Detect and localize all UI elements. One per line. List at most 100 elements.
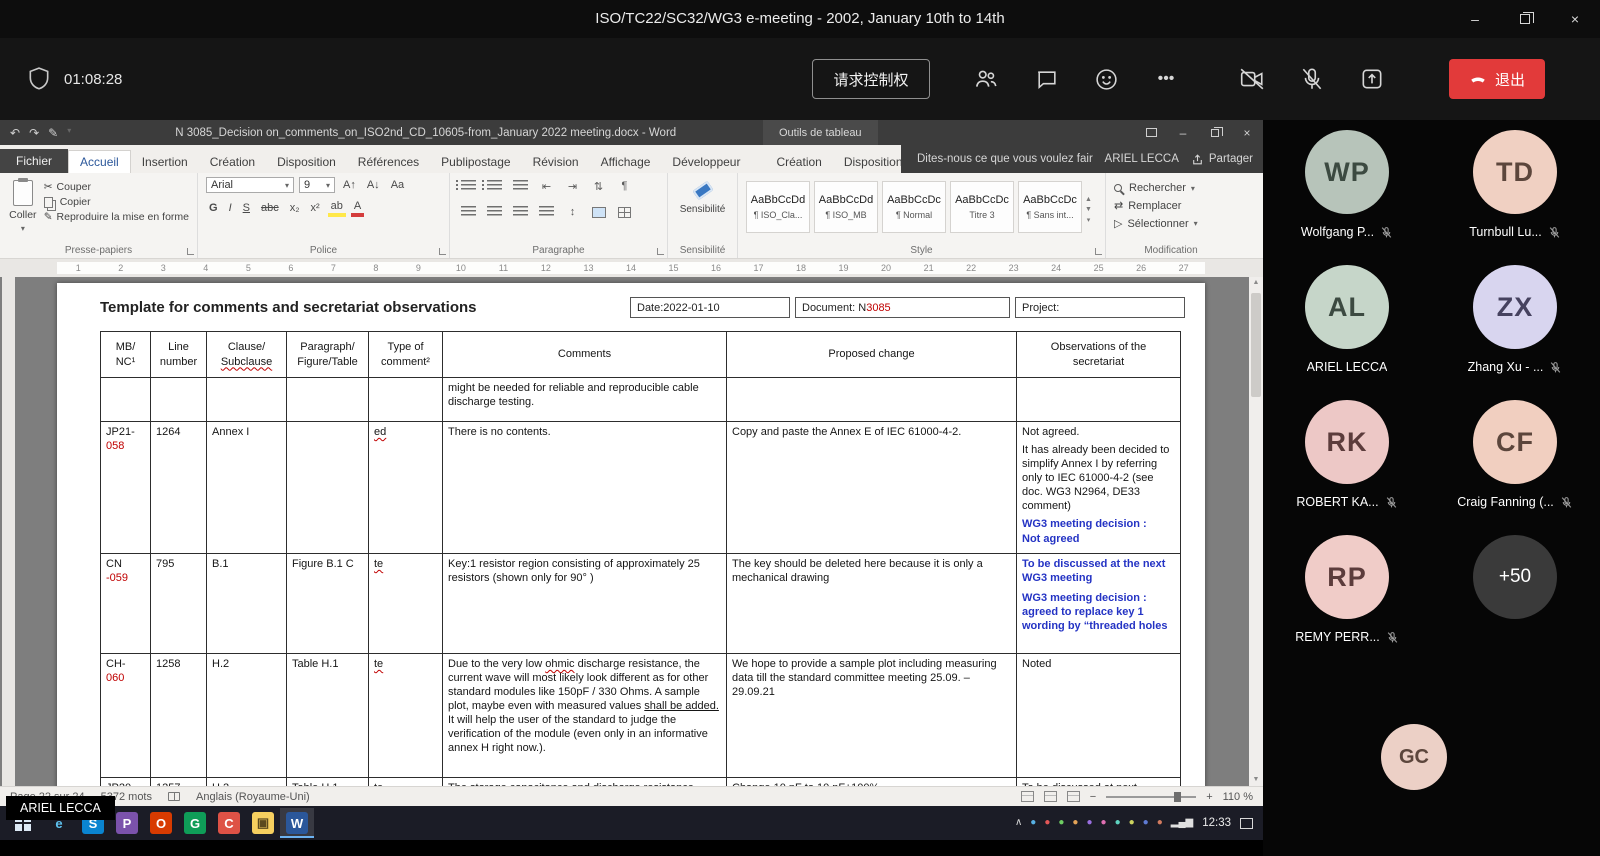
tray-icon[interactable]: ●: [1143, 818, 1149, 828]
word-minimize-button[interactable]: –: [1167, 120, 1199, 145]
minimize-button[interactable]: –: [1450, 0, 1500, 38]
taskbar-app[interactable]: ▣: [246, 808, 280, 838]
participant-tile[interactable]: CF Craig Fanning (...: [1431, 398, 1599, 533]
camera-off-button[interactable]: [1238, 65, 1266, 93]
tray-icon[interactable]: ▂▄▆: [1171, 818, 1193, 828]
mic-off-button[interactable]: [1298, 65, 1326, 93]
proofing-icon[interactable]: [168, 792, 180, 801]
tray-icon[interactable]: ●: [1157, 818, 1163, 828]
align-right-button[interactable]: [510, 203, 531, 221]
shield-icon[interactable]: [26, 66, 52, 92]
tray-icon[interactable]: ●: [1086, 818, 1092, 828]
vertical-ruler[interactable]: [2, 277, 15, 786]
justify-button[interactable]: [536, 203, 557, 221]
participant-tile[interactable]: +50: [1431, 533, 1599, 668]
dialog-launcher-icon[interactable]: [187, 248, 194, 255]
zoom-out-button[interactable]: −: [1090, 791, 1096, 803]
font-size-select[interactable]: 9▾: [299, 177, 335, 193]
grow-font-button[interactable]: A↑: [340, 178, 359, 192]
style-item[interactable]: AaBbCcDc ¶ Normal: [882, 181, 946, 233]
tab-table-design[interactable]: Création: [765, 151, 832, 173]
pen-button[interactable]: ✎: [48, 126, 58, 140]
replace-button[interactable]: ⇄Remplacer: [1114, 199, 1198, 212]
tray-icon[interactable]: ●: [1072, 818, 1078, 828]
participant-tile[interactable]: AL ARIEL LECCA: [1263, 263, 1431, 398]
line-spacing-button[interactable]: ↕: [562, 203, 583, 221]
ribbon-tab[interactable]: Accueil: [68, 150, 131, 173]
sort-button[interactable]: ⇅: [588, 177, 609, 195]
change-case-button[interactable]: Aa: [388, 178, 407, 192]
host-avatar[interactable]: GC: [1381, 724, 1447, 790]
indent-button[interactable]: ⇥: [562, 177, 583, 195]
strikethrough-button[interactable]: abc: [258, 201, 282, 215]
taskbar-app[interactable]: G: [178, 808, 212, 838]
copy-button[interactable]: Copier: [44, 196, 189, 208]
participant-avatar[interactable]: +50: [1473, 535, 1557, 619]
bold-button[interactable]: G: [206, 201, 221, 215]
document-page[interactable]: Template for comments and secretariat ob…: [57, 283, 1205, 786]
font-name-select[interactable]: Arial▾: [206, 177, 294, 193]
scroll-up-arrow[interactable]: ▲: [1253, 277, 1260, 289]
taskbar-app[interactable]: W: [280, 808, 314, 838]
participant-tile[interactable]: TD Turnbull Lu...: [1431, 128, 1599, 263]
ribbon-tab[interactable]: Insertion: [131, 151, 199, 173]
underline-button[interactable]: S: [240, 201, 253, 215]
ribbon-tab[interactable]: Affichage: [590, 151, 662, 173]
reactions-button[interactable]: [1092, 65, 1120, 93]
word-close-button[interactable]: ×: [1231, 120, 1263, 145]
tray-icon[interactable]: ●: [1115, 818, 1121, 828]
participant-avatar[interactable]: ZX: [1473, 265, 1557, 349]
cut-button[interactable]: ✂Couper: [44, 181, 189, 193]
read-mode-button[interactable]: [1021, 791, 1034, 802]
zoom-in-button[interactable]: +: [1206, 791, 1212, 803]
align-left-button[interactable]: [458, 203, 479, 221]
ribbon-tab[interactable]: Publipostage: [430, 151, 521, 173]
close-button[interactable]: ×: [1550, 0, 1600, 38]
ribbon-tab[interactable]: Création: [199, 151, 266, 173]
align-center-button[interactable]: [484, 203, 505, 221]
sensitivity-button[interactable]: Sensibilité: [680, 177, 726, 242]
gallery-more-button[interactable]: ▾: [1087, 216, 1091, 224]
share-button[interactable]: Partager: [1191, 153, 1253, 166]
shading-button[interactable]: [588, 203, 609, 221]
participants-button[interactable]: [972, 65, 1000, 93]
qat-customize-button[interactable]: ▾: [67, 126, 71, 140]
shrink-font-button[interactable]: A↓: [364, 178, 383, 192]
superscript-button[interactable]: x²: [308, 201, 323, 215]
scrollbar-thumb[interactable]: [1251, 293, 1261, 397]
italic-button[interactable]: I: [226, 201, 235, 215]
gallery-up-button[interactable]: ▲: [1085, 196, 1092, 203]
participant-tile[interactable]: RP REMY PERR...: [1263, 533, 1431, 668]
font-color-button[interactable]: A: [351, 199, 364, 217]
taskbar-app[interactable]: C: [212, 808, 246, 838]
tray-icon[interactable]: ∧: [1015, 818, 1022, 828]
more-button[interactable]: •••: [1152, 65, 1180, 93]
participant-avatar[interactable]: AL: [1305, 265, 1389, 349]
style-item[interactable]: AaBbCcDc Titre 3: [950, 181, 1014, 233]
participant-tile[interactable]: ZX Zhang Xu - ...: [1431, 263, 1599, 398]
select-button[interactable]: ▷Sélectionner▾: [1114, 217, 1198, 230]
zoom-slider-thumb[interactable]: [1174, 792, 1181, 802]
tray-icon[interactable]: ●: [1129, 818, 1135, 828]
tray-icon[interactable]: ●: [1030, 818, 1036, 828]
participant-avatar[interactable]: TD: [1473, 130, 1557, 214]
multilevel-list-button[interactable]: [510, 177, 531, 195]
action-center-icon[interactable]: [1240, 818, 1253, 829]
print-layout-button[interactable]: [1044, 791, 1057, 802]
style-item[interactable]: AaBbCcDc ¶ Sans int...: [1018, 181, 1082, 233]
dialog-launcher-icon[interactable]: [439, 248, 446, 255]
zoom-level[interactable]: 110 %: [1223, 791, 1253, 803]
maximize-button[interactable]: [1500, 0, 1550, 38]
word-restore-button[interactable]: [1199, 120, 1231, 145]
tray-icon[interactable]: ●: [1058, 818, 1064, 828]
horizontal-ruler[interactable]: 1234567891011121314151617181920212223242…: [0, 259, 1263, 277]
tray-icon[interactable]: ●: [1044, 818, 1050, 828]
tray-icon[interactable]: ●: [1101, 818, 1107, 828]
style-item[interactable]: AaBbCcDd ¶ ISO_MB: [814, 181, 878, 233]
highlight-color-button[interactable]: ab: [328, 199, 346, 217]
vertical-scrollbar[interactable]: ▲ ▼: [1249, 277, 1263, 786]
borders-button[interactable]: [614, 203, 635, 221]
exit-meeting-button[interactable]: 退出: [1449, 59, 1545, 99]
numbering-button[interactable]: [484, 177, 505, 195]
undo-button[interactable]: ↶: [10, 126, 20, 140]
